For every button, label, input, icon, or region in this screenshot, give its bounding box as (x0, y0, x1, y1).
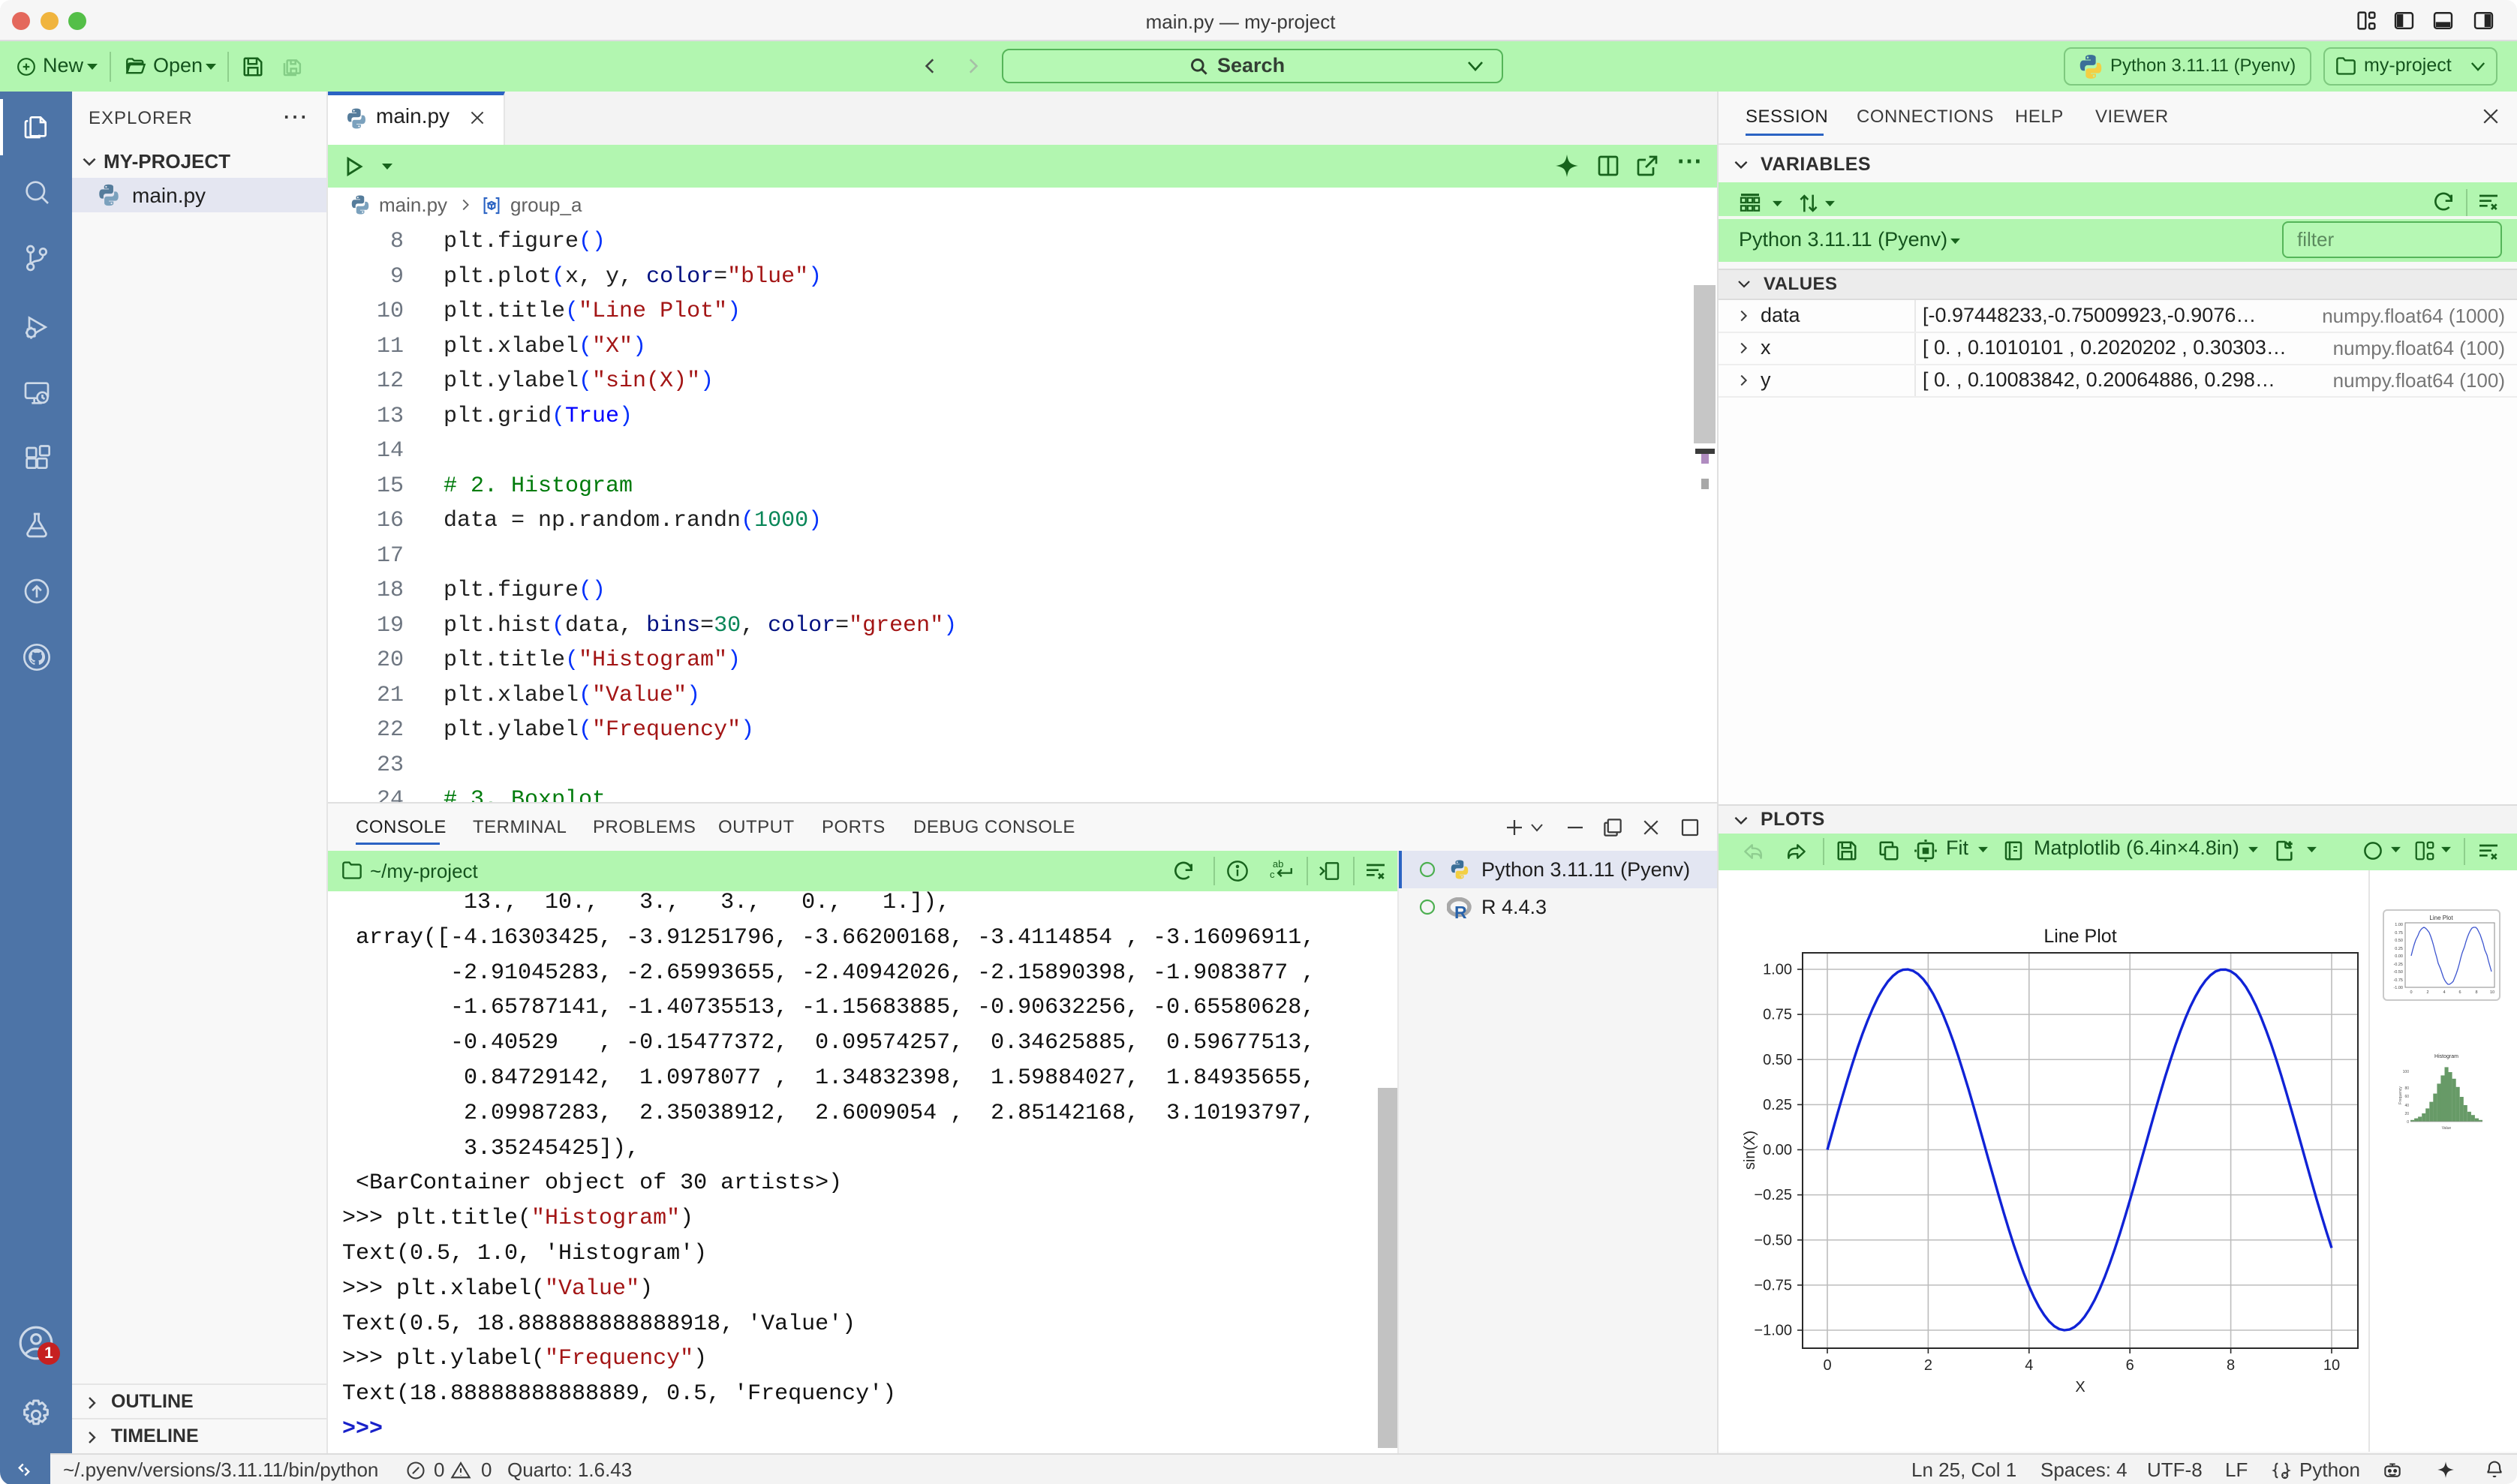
svg-text:sin(X): sin(X) (1742, 1131, 1758, 1170)
svg-text:0: 0 (1823, 1357, 1831, 1374)
svg-text:−0.50: −0.50 (1754, 1232, 1792, 1248)
svg-text:40: 40 (2404, 1104, 2409, 1108)
svg-text:4: 4 (2025, 1357, 2033, 1374)
svg-text:-0.75: -0.75 (2393, 978, 2403, 983)
svg-text:8: 8 (2475, 990, 2477, 995)
svg-text:0.00: 0.00 (1763, 1142, 1792, 1158)
svg-text:-0.25: -0.25 (2393, 963, 2403, 967)
svg-text:0.50: 0.50 (2395, 939, 2403, 943)
svg-text:0.75: 0.75 (1763, 1007, 1792, 1023)
svg-text:-0.50: -0.50 (2393, 970, 2403, 975)
svg-text:−0.25: −0.25 (1754, 1187, 1792, 1203)
svg-text:60: 60 (2404, 1095, 2409, 1099)
svg-text:Frequency: Frequency (2398, 1086, 2403, 1104)
svg-text:0: 0 (2407, 1120, 2409, 1125)
svg-text:0.25: 0.25 (1763, 1097, 1792, 1113)
svg-text:0.00: 0.00 (2395, 954, 2403, 959)
svg-text:0.50: 0.50 (1763, 1052, 1792, 1068)
svg-text:1.00: 1.00 (2395, 923, 2403, 927)
svg-text:8: 8 (2227, 1357, 2235, 1374)
svg-text:100: 100 (2403, 1070, 2410, 1074)
svg-text:20: 20 (2404, 1112, 2409, 1116)
svg-text:10: 10 (2490, 990, 2494, 995)
svg-text:Line Plot: Line Plot (2429, 915, 2453, 921)
svg-text:6: 6 (2126, 1357, 2134, 1374)
svg-text:−1.00: −1.00 (1754, 1323, 1792, 1339)
svg-text:1.00: 1.00 (1763, 962, 1792, 978)
svg-text:Histogram: Histogram (2434, 1054, 2458, 1059)
svg-text:R: R (1454, 903, 1467, 920)
svg-text:X: X (2075, 1379, 2085, 1395)
svg-text:2: 2 (2426, 990, 2428, 995)
svg-text:−0.75: −0.75 (1754, 1277, 1792, 1293)
svg-text:Line Plot: Line Plot (2043, 926, 2116, 947)
svg-text:ab: ab (1273, 859, 1284, 870)
svg-text:2: 2 (1924, 1357, 1932, 1374)
svg-text:4: 4 (2443, 990, 2445, 995)
svg-text:0: 0 (2410, 990, 2412, 995)
svg-text:-1.00: -1.00 (2393, 986, 2403, 990)
svg-text:c: c (1270, 869, 1275, 880)
svg-text:6: 6 (2458, 990, 2461, 995)
svg-text:80: 80 (2404, 1086, 2409, 1091)
svg-text:0.25: 0.25 (2395, 947, 2403, 951)
svg-text:10: 10 (2323, 1357, 2340, 1374)
svg-text:0.75: 0.75 (2395, 931, 2403, 936)
svg-text:Value: Value (2442, 1126, 2452, 1131)
